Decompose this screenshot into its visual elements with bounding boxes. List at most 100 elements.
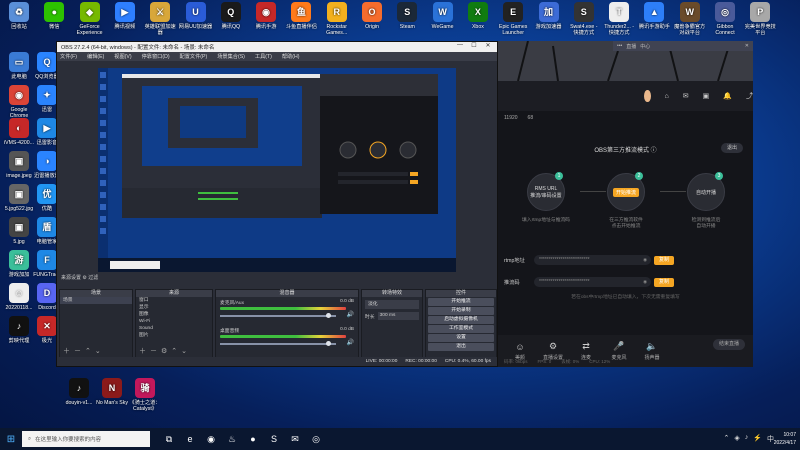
live-settings-button[interactable]: ⚙ 直播设置	[541, 341, 565, 361]
beauty-button[interactable]: ☺ 美颜	[508, 342, 532, 361]
desktop-icon[interactable]: S Steam	[390, 2, 424, 30]
scene-item[interactable]: 场景	[60, 297, 132, 304]
desktop-icon[interactable]: O Origin	[355, 2, 389, 30]
settings-button[interactable]: 设置	[428, 334, 494, 342]
desktop-icon[interactable]: ▶ 腾讯视频	[108, 2, 142, 30]
tab-center[interactable]: 中心	[640, 43, 650, 50]
desktop-icon[interactable]: ◆ GeForce Experience	[73, 2, 107, 36]
source-item[interactable]: 图像	[136, 311, 212, 318]
obs-running-icon[interactable]: ●	[246, 434, 260, 445]
app-icon[interactable]: ◎	[309, 434, 323, 445]
eye-icon[interactable]: ◉	[643, 277, 647, 287]
speaker-button[interactable]: 🔈 扬声器	[640, 341, 664, 361]
desktop-icon[interactable]: ▲ 腾讯手游助手	[637, 2, 671, 30]
desktop-icon[interactable]: S Swat4.exe - 快捷方式	[567, 2, 601, 36]
volume-icon[interactable]: ♪	[745, 434, 749, 444]
desktop-icon[interactable]: ⚔ 英雄联盟加速器	[143, 2, 177, 36]
tray-expand-icon[interactable]: ⌃	[724, 434, 730, 444]
desktop-icon[interactable]: E Epic Games Launcher	[496, 2, 530, 36]
share-icon[interactable]: ⤴	[746, 91, 753, 101]
network-icon[interactable]: ◈	[734, 434, 739, 444]
duration-input[interactable]: 300 ms	[377, 312, 419, 320]
volume-slider[interactable]	[220, 315, 336, 317]
stream-key-field[interactable]: ************************** ◉	[534, 277, 651, 287]
start-streaming-button[interactable]: 开始推流	[428, 298, 494, 306]
minimize-icon[interactable]: —	[453, 42, 467, 49]
power-icon[interactable]: ⚡	[753, 434, 762, 444]
desktop-icon[interactable]: ● 微信	[37, 2, 71, 30]
source-item[interactable]: 窗口	[136, 297, 212, 304]
desktop-icon[interactable]: ◉ 腾讯手游	[249, 2, 283, 30]
volume-knob[interactable]	[326, 313, 331, 318]
speaker-icon[interactable]: 🔊	[347, 311, 354, 318]
bag-icon[interactable]: ⌂	[665, 93, 669, 100]
gift-icon[interactable]: ✉	[683, 92, 689, 100]
desktop-icon[interactable]: P 完美世界竞技平台	[743, 2, 777, 36]
obs-preview[interactable]	[98, 68, 456, 272]
desktop-icon[interactable]: 鱼斗鱼直播伴侣	[284, 2, 318, 30]
copy-key-button[interactable]: 复制	[654, 277, 674, 287]
transition-select[interactable]: 淡化	[365, 300, 419, 309]
copy-rtmp-button[interactable]: 复制	[654, 255, 674, 265]
mail-icon[interactable]: ✉	[288, 434, 302, 445]
speaker-icon[interactable]: 🔊	[347, 339, 354, 346]
steam-icon[interactable]: S	[267, 434, 281, 445]
wallet-icon[interactable]: ▣	[703, 92, 710, 100]
exit-mode-button[interactable]: 退出	[721, 143, 743, 153]
taskbar-search[interactable]: ⌕ 在这里输入你要搜索的内容	[22, 431, 150, 447]
rtmp-field[interactable]: ************************** ◉	[534, 255, 651, 265]
desktop-icon[interactable]: X Xbox	[461, 2, 495, 30]
desktop-icon[interactable]: ◎ Gibbon Connect	[708, 2, 742, 36]
close-icon[interactable]: ✕	[745, 43, 749, 49]
desktop-icon[interactable]: ♪ douyin-v1...	[62, 378, 96, 406]
volume-knob[interactable]	[326, 341, 331, 346]
menu-tools[interactable]: 工具(T)	[255, 53, 272, 60]
tab-live[interactable]: 直播	[626, 43, 636, 50]
source-item[interactable]: Wi-Fi	[136, 318, 212, 325]
co-stream-button[interactable]: ⇄ 连麦	[574, 341, 598, 361]
start-recording-button[interactable]: 开始录制	[428, 307, 494, 315]
source-item[interactable]: Sound	[136, 325, 212, 332]
desktop-icon[interactable]: T Thunder2... - 快捷方式	[602, 2, 636, 36]
end-live-button[interactable]: 结束直播	[713, 339, 745, 350]
desktop-icon[interactable]: U 网易UU加速器	[179, 2, 213, 30]
info-icon[interactable]: ⓘ	[651, 148, 657, 154]
menu-view[interactable]: 视图(V)	[114, 53, 131, 60]
tab-more[interactable]: •••	[617, 43, 622, 49]
maximize-icon[interactable]: ☐	[467, 42, 481, 49]
exit-button[interactable]: 退出	[428, 343, 494, 351]
edge-icon[interactable]: e	[183, 434, 197, 445]
volume-slider[interactable]	[220, 343, 336, 345]
desktop-icon[interactable]: ♻ 回收站	[2, 2, 36, 30]
desktop-icon[interactable]: W 魔兽争霸官方对战平台	[673, 2, 707, 36]
desktop-icon[interactable]: N No Man's Sky	[95, 378, 129, 406]
menu-scene-collection[interactable]: 场景集合(S)	[217, 53, 245, 60]
studio-mode-button[interactable]: 工作室模式	[428, 325, 494, 333]
source-item[interactable]: 显示	[136, 304, 212, 311]
desktop-icon[interactable]: W WeGame	[426, 2, 460, 30]
taskbar-clock[interactable]: 10:07 2022/4/17	[774, 431, 796, 447]
close-icon[interactable]: ✕	[481, 42, 495, 49]
avatar[interactable]	[644, 90, 651, 102]
eye-icon[interactable]: ◉	[643, 255, 647, 265]
sources-dock-tools[interactable]: ＋－⚙⌃⌄	[139, 346, 191, 356]
source-item[interactable]: 图片	[136, 332, 212, 339]
obs-titlebar[interactable]: OBS 27.2.4 (64-bit, windows) - 配置文件: 未命名…	[57, 42, 497, 52]
chrome-icon[interactable]: ◉	[204, 434, 218, 445]
desktop-icon[interactable]: R Rockstar Games...	[320, 2, 354, 36]
menu-docks[interactable]: 停靠窗口(D)	[142, 53, 170, 60]
bell-icon[interactable]: 🔔	[723, 92, 732, 100]
desktop-icon[interactable]: 加游戏加速器	[532, 2, 566, 30]
scenes-dock-tools[interactable]: ＋－⌃⌄	[63, 346, 105, 356]
menu-file[interactable]: 文件(F)	[60, 53, 77, 60]
menu-profile[interactable]: 配置文件(P)	[180, 53, 208, 60]
desktop-icon[interactable]: Q 腾讯QQ	[214, 2, 248, 30]
menu-help[interactable]: 帮助(H)	[282, 53, 300, 60]
microphone-button[interactable]: 🎤 麦克风	[607, 341, 631, 361]
windows-start-icon[interactable]: ⊞	[0, 434, 22, 445]
task-view-icon[interactable]: ⧉	[162, 434, 176, 445]
virtual-camera-button[interactable]: 启动虚拟摄像机	[428, 316, 494, 324]
menu-edit[interactable]: 编辑(E)	[87, 53, 104, 60]
obs-taskbar-icon[interactable]: ♨	[225, 434, 239, 445]
desktop-icon[interactable]: 骑《骑士之道：Catalyst》	[128, 378, 162, 412]
